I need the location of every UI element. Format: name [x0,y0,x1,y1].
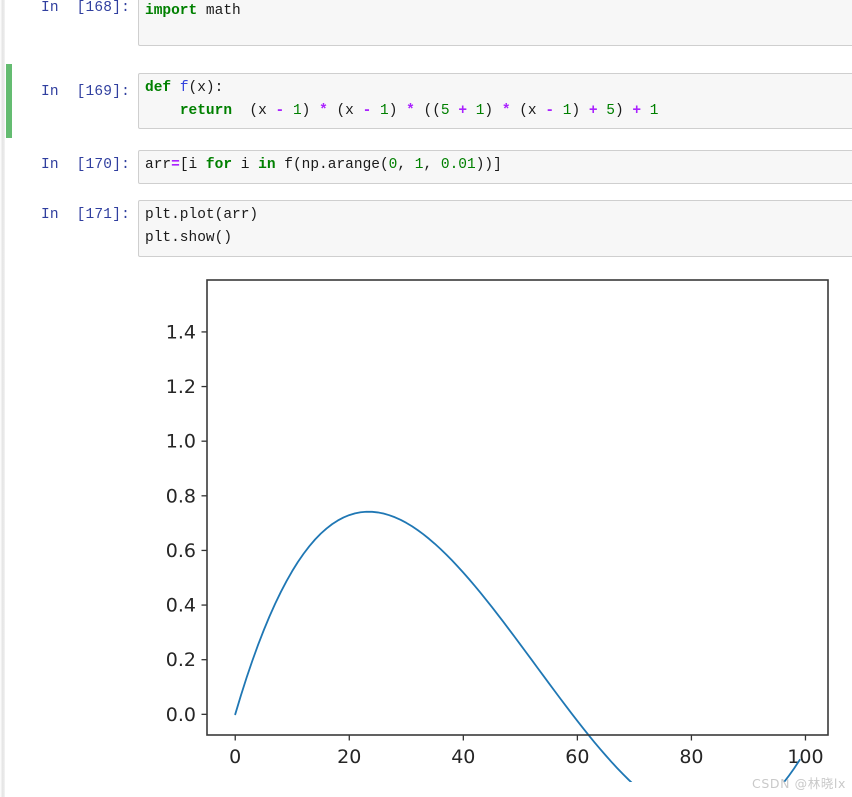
csdn-watermark: CSDN @林晓lx [752,776,846,791]
notebook-screen: In [168]: import matplotlib.pyplot as plt… [0,0,852,797]
code-line: arr=[i for i in f(np.arange(0, 1, 0.01))… [145,154,852,177]
code-line: return (x - 1) * (x - 1) * ((5 + 1) * (x… [145,100,852,123]
code-line: plt.show() [145,227,852,250]
cell-code-editor[interactable]: plt.plot(arr) plt.show() [138,200,852,257]
code-token: f [179,80,189,96]
code-token: ) [388,103,407,119]
x-tick-label: 0 [229,746,241,768]
code-token: = [171,157,180,173]
x-tick-label: 60 [565,746,589,768]
code-token: plt.show() [145,230,233,246]
cell-prompt-label: In [170]: [40,157,130,173]
notebook-cell[interactable]: In [169]: def f(x): return (x - 1) * (x -… [6,64,852,138]
code-token: + [588,103,598,119]
cell-code-editor[interactable]: arr=[i for i in f(np.arange(0, 1, 0.01))… [138,150,852,184]
code-token: (x): [188,80,224,96]
notebook-cell[interactable]: In [171]: plt.plot(arr) plt.show() [6,200,852,257]
code-token: (x [510,103,546,119]
code-token: + [632,103,642,119]
y-tick-label: 0.0 [166,704,196,726]
code-token: - [362,103,372,119]
x-tick-label: 80 [679,746,703,768]
code-token: 1 [379,103,389,119]
x-tick-label: 40 [451,746,475,768]
code-token: plt.plot(arr) [145,207,259,223]
code-token: 5 [440,103,450,119]
code-token: math [197,3,241,19]
code-line: plt.plot(arr) [145,204,852,227]
code-token: ) [484,103,502,119]
code-token: i [232,157,259,173]
code-token: for [205,157,233,173]
code-token: (x [327,103,363,119]
code-token: (x [232,103,276,119]
plot-canvas: 0 20 40 60 80 100 0.0 0.2 0.4 0.6 0.8 1.0 1.2 1.4 [166,279,829,782]
x-tick-label: 20 [337,746,361,768]
cell-prompt-label: In [171]: [40,207,130,223]
code-token: import [145,3,198,19]
code-token: return [179,103,233,119]
code-token: ) [301,103,320,119]
y-tick-label: 0.6 [166,540,196,562]
code-token: * [319,103,328,119]
y-tick-label: 1.0 [166,431,196,453]
code-token: * [501,103,511,119]
code-token: - [275,103,285,119]
y-tick-label: 1.4 [166,321,196,343]
code-token: 5 [606,103,615,119]
code-token: , [423,157,441,173]
code-token: ) [571,103,589,119]
code-line: import math [145,0,852,23]
matplotlib-figure-output: 0 20 40 60 80 100 0.0 0.2 0.4 0.6 0.8 1.0 1.2 1.4 [150,262,852,782]
code-token: [i [179,157,206,173]
cell-prompt-label: In [168]: [40,0,130,16]
code-token: def [145,80,172,96]
notebook-cell[interactable]: In [168]: import matplotlib.pyplot as plt… [6,0,852,48]
code-token: arr [145,157,172,173]
code-token: 0.01 [440,157,476,173]
y-tick-label: 0.4 [166,595,196,617]
code-token: 1 [649,103,659,119]
cell-code-editor[interactable]: import matplotlib.pyplot as pltimport nu… [138,0,852,46]
plot-background [207,280,828,735]
code-token: + [458,103,468,119]
cell-prompt-label: In [169]: [40,84,130,100]
code-line: def f(x): [145,77,852,100]
code-token: ))] [475,157,502,173]
code-token: * [406,103,415,119]
page-left-edge [0,0,5,797]
code-token: ) [614,103,633,119]
notebook-cell[interactable]: In [170]: arr=[i for i in f(np.arange(0, … [6,150,852,184]
code-token: f [284,157,293,173]
code-token: 1 [292,103,302,119]
code-token: , [397,157,415,173]
y-tick-label: 0.8 [166,485,196,507]
code-token: in [258,157,276,173]
x-tick-label: 100 [787,746,823,768]
y-tick-label: 1.2 [166,376,196,398]
code-token: (( [414,103,441,119]
code-token: - [545,103,555,119]
code-token: (np.arange( [292,157,389,173]
cell-code-editor[interactable]: def f(x): return (x - 1) * (x - 1) * ((5… [138,73,852,129]
y-tick-label: 0.2 [166,649,196,671]
